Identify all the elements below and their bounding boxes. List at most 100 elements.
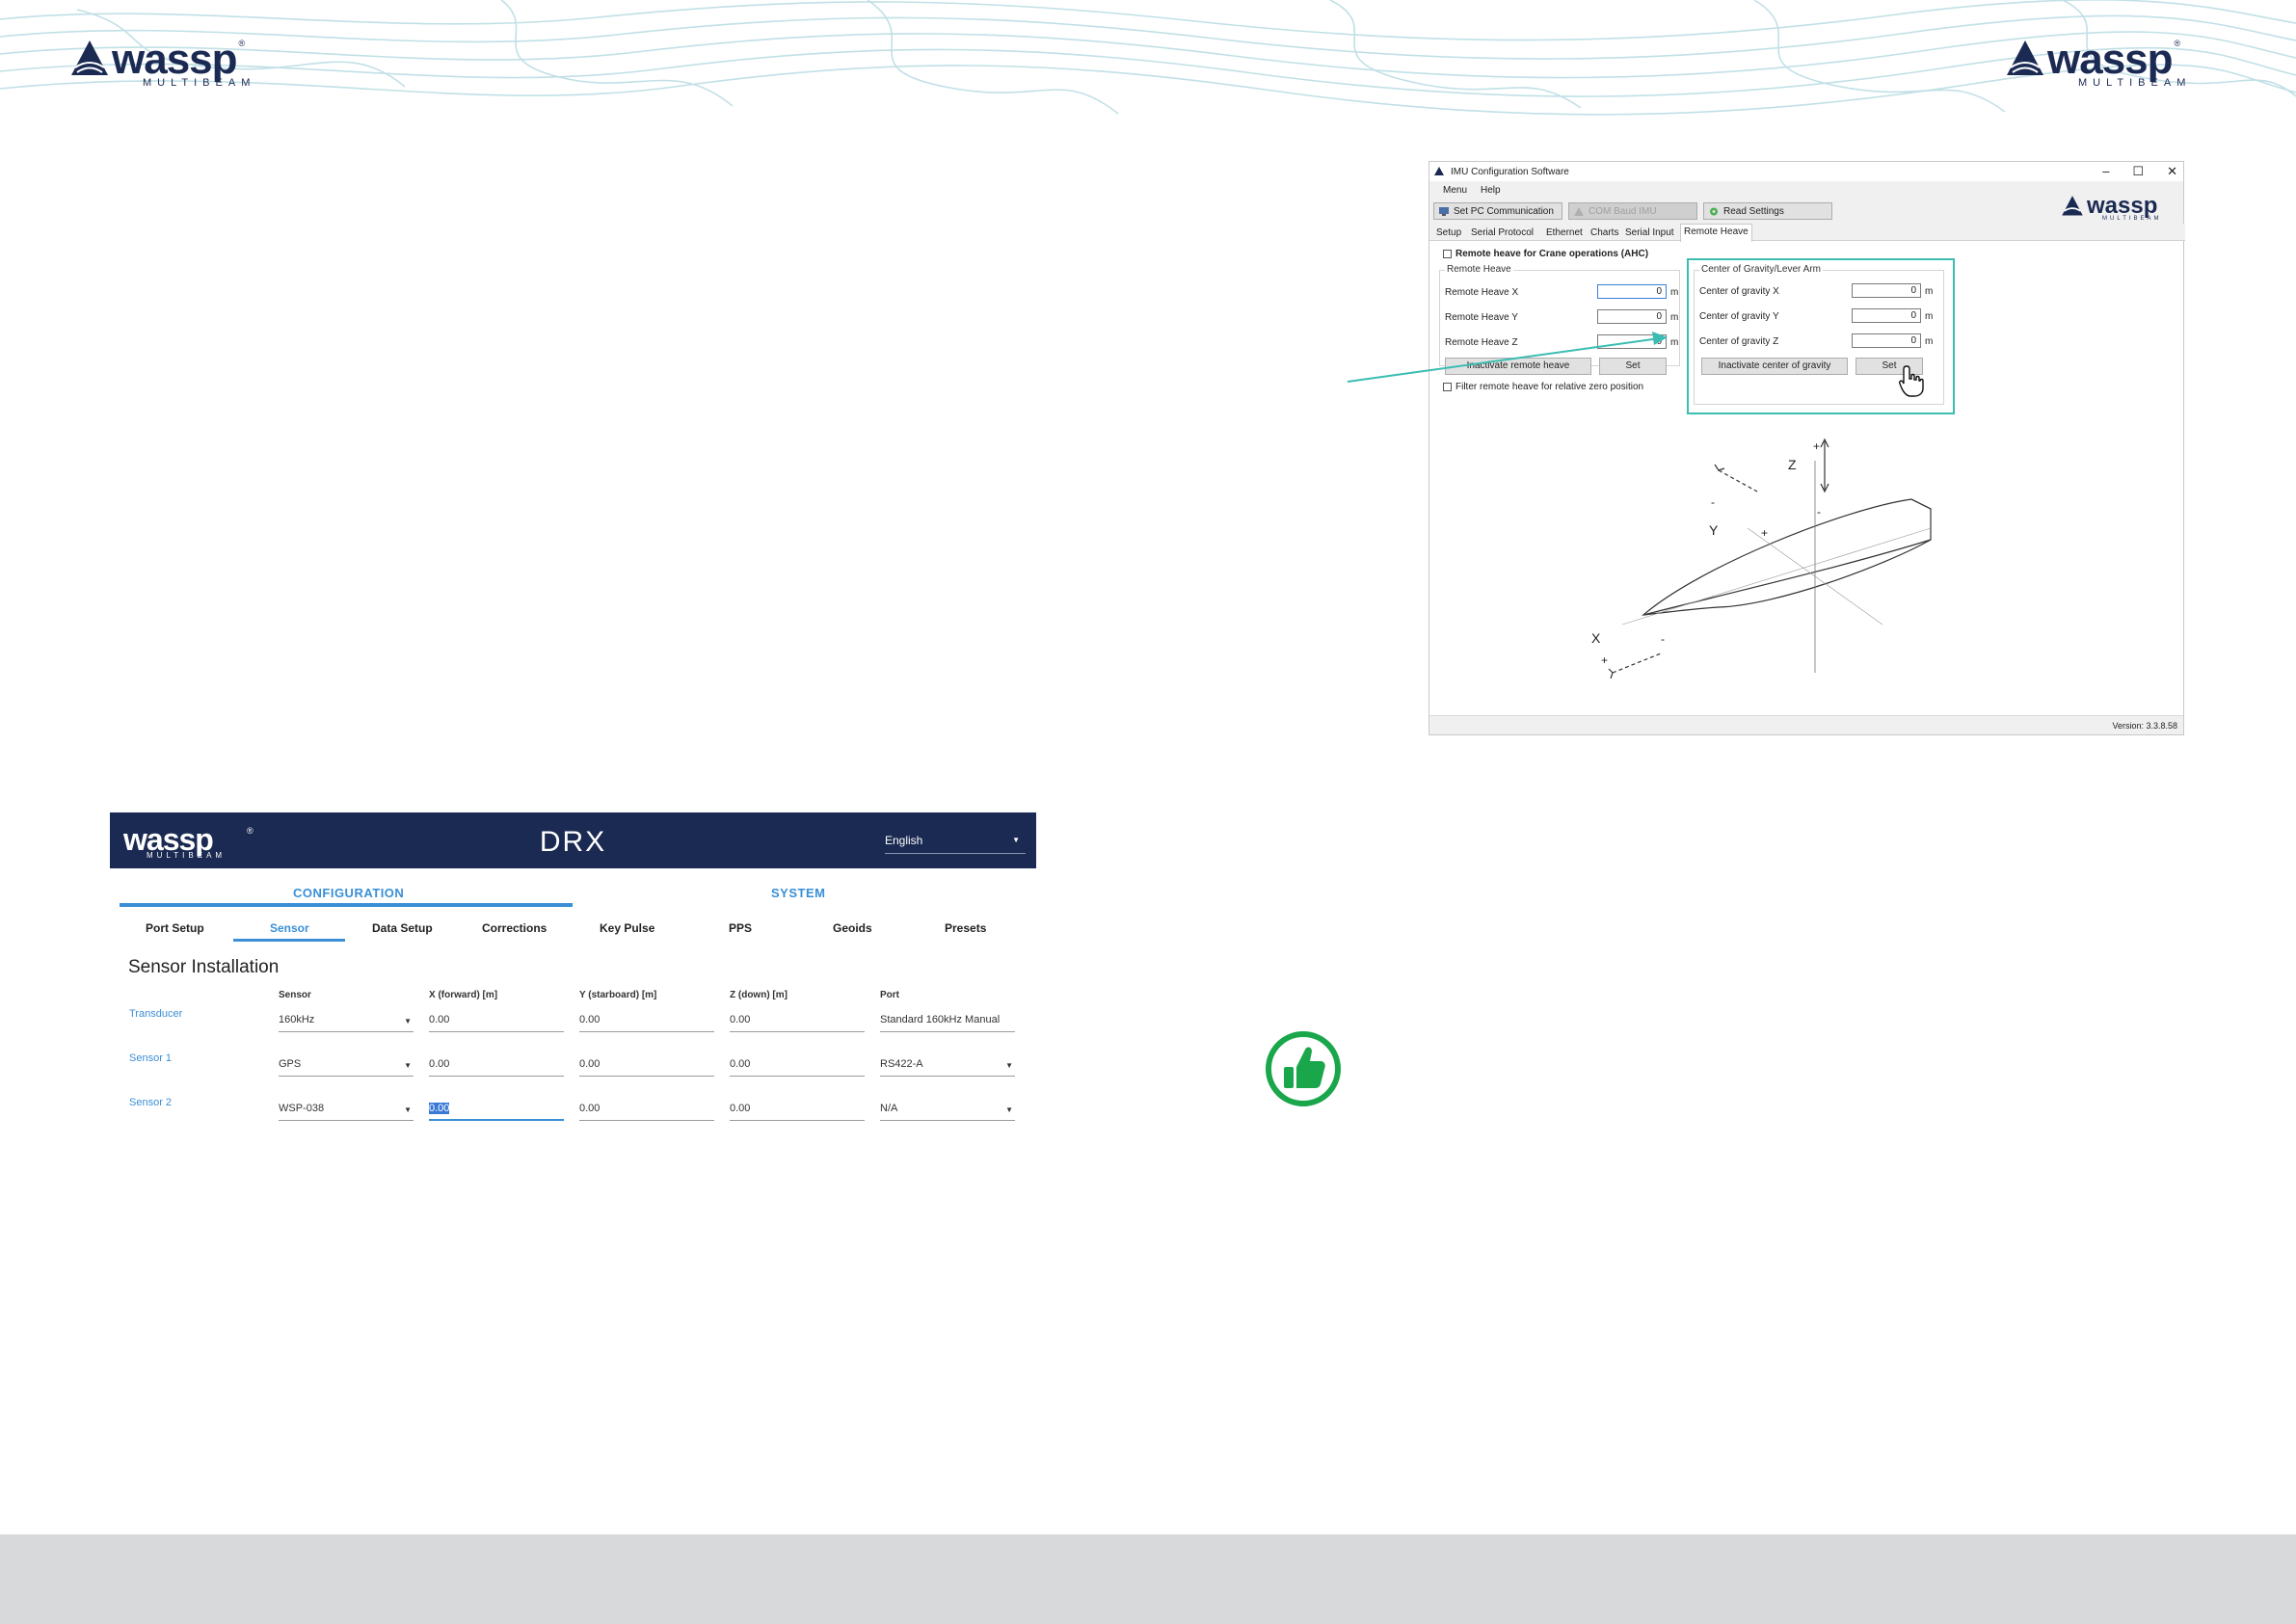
contour-pattern	[0, 0, 2296, 116]
computer-icon	[1439, 207, 1449, 216]
subtab-corrections[interactable]: Corrections	[482, 921, 547, 935]
remote-heave-x-label: Remote Heave X	[1445, 287, 1519, 298]
subtab-underline	[233, 939, 345, 942]
drx-header: wassp MULTIBEAM ® DRX English ▼	[110, 812, 1036, 868]
subtab-sensor[interactable]: Sensor	[270, 921, 309, 935]
z-minus-sign: -	[1817, 505, 1821, 519]
menu-item-help[interactable]: Help	[1481, 185, 1501, 196]
x-plus-sign: +	[1601, 653, 1609, 667]
row-label-sensor-1: Sensor 1	[129, 1052, 173, 1064]
callout-arrow	[1347, 332, 1668, 383]
transducer-y-input[interactable]: 0.00	[579, 1013, 714, 1032]
app-icon	[1434, 167, 1444, 175]
wassp-sail-icon	[71, 40, 108, 75]
chevron-down-icon: ▼	[1012, 836, 1020, 844]
remote-heave-x-unit: m	[1670, 287, 1679, 298]
sensor-2-y-input[interactable]: 0.00	[579, 1102, 714, 1121]
row-label-sensor-2: Sensor 2	[129, 1097, 173, 1108]
sensor-2-value: WSP-038	[279, 1103, 325, 1114]
section-system[interactable]: SYSTEM	[771, 886, 825, 900]
tab-serial-protocol[interactable]: Serial Protocol	[1468, 226, 1536, 241]
tab-remote-heave[interactable]: Remote Heave	[1680, 224, 1752, 242]
manual-page: wassp ® MULTIBEAM wassp ® MULTIBEAM IMU …	[0, 0, 2296, 1624]
subtab-pps[interactable]: PPS	[729, 921, 752, 935]
transducer-port-value: Standard 160kHz Manual	[880, 1013, 1015, 1032]
read-settings-label: Read Settings	[1723, 205, 1784, 217]
sensor-2-x-input[interactable]: 0.00	[429, 1102, 564, 1121]
column-header-sensor: Sensor	[279, 990, 311, 1000]
remote-heave-y-input[interactable]: 0	[1597, 309, 1667, 324]
sensor-1-port-value: RS422-A	[880, 1058, 923, 1070]
thumbs-up-icon	[1266, 1031, 1341, 1106]
subtab-geoids[interactable]: Geoids	[833, 921, 872, 935]
close-button[interactable]: ✕	[2167, 164, 2177, 179]
section-configuration[interactable]: CONFIGURATION	[293, 886, 404, 900]
gear-icon	[1710, 207, 1718, 216]
subtab-key-pulse[interactable]: Key Pulse	[600, 921, 654, 935]
column-header-port: Port	[880, 990, 899, 1000]
tab-ethernet[interactable]: Ethernet	[1543, 226, 1586, 241]
minimize-button[interactable]: –	[2102, 164, 2109, 179]
sensor-1-select[interactable]: GPS ▼	[279, 1057, 414, 1077]
remote-heave-y-label: Remote Heave Y	[1445, 312, 1518, 323]
remote-heave-x-input[interactable]: 0	[1597, 284, 1667, 299]
y-minus-sign: -	[1711, 495, 1715, 509]
sensor-1-port-select[interactable]: RS422-A ▼	[880, 1057, 1015, 1077]
vessel-axes-diagram	[1608, 438, 1932, 679]
logo-subtitle: MULTIBEAM	[143, 77, 256, 89]
tab-setup[interactable]: Setup	[1433, 226, 1464, 241]
imu-configuration-window: IMU Configuration Software – ☐ ✕ Menu He…	[1428, 161, 2185, 735]
callout-highlight-box	[1687, 258, 1955, 414]
wassp-logo-right: wassp ® MULTIBEAM	[2003, 39, 2234, 93]
transducer-z-input[interactable]: 0.00	[730, 1013, 865, 1032]
section-underline	[120, 903, 573, 907]
chevron-down-icon: ▼	[404, 1061, 412, 1070]
x-minus-sign: -	[1661, 632, 1665, 646]
ahc-checkbox[interactable]: Remote heave for Crane operations (AHC)	[1443, 249, 1648, 259]
sensor-2-select[interactable]: WSP-038 ▼	[279, 1102, 414, 1121]
logo-word: wassp	[112, 36, 238, 83]
logo-registered: ®	[2174, 39, 2181, 48]
row-label-transducer: Transducer	[129, 1008, 183, 1020]
checkbox-box	[1443, 250, 1452, 258]
transducer-x-input[interactable]: 0.00	[429, 1013, 564, 1032]
subtab-presets[interactable]: Presets	[945, 921, 986, 935]
window-title: IMU Configuration Software	[1451, 166, 1569, 177]
warning-icon	[1574, 207, 1584, 216]
logo-registered: ®	[238, 39, 246, 48]
sensor-1-x-input[interactable]: 0.00	[429, 1057, 564, 1077]
read-settings-button[interactable]: Read Settings	[1703, 202, 1832, 220]
page-title: Sensor Installation	[128, 957, 280, 977]
wassp-sail-icon	[2062, 196, 2083, 216]
drx-sensor-screen: wassp MULTIBEAM ® DRX English ▼ CONFIGUR…	[110, 812, 1036, 1131]
tab-serial-input[interactable]: Serial Input	[1622, 226, 1677, 241]
toolbar: Set PC Communication COM Baud IMU Read S…	[1429, 193, 2183, 224]
column-header-z: Z (down) [m]	[730, 990, 788, 1000]
com-baud-imu-button[interactable]: COM Baud IMU	[1568, 202, 1697, 220]
remote-heave-y-unit: m	[1670, 312, 1679, 323]
imu-brand-sub: MULTIBEAM	[2102, 216, 2162, 222]
menu-item-menu[interactable]: Menu	[1443, 185, 1467, 196]
sensor-2-z-input[interactable]: 0.00	[730, 1102, 865, 1121]
tab-charts[interactable]: Charts	[1588, 226, 1621, 241]
status-bar: Version: 3.3.8.58	[1429, 715, 2183, 734]
set-pc-communication-button[interactable]: Set PC Communication	[1433, 202, 1562, 220]
selected-text: 0.00	[429, 1103, 450, 1114]
chevron-down-icon: ▼	[404, 1017, 412, 1025]
chevron-down-icon: ▼	[404, 1105, 412, 1114]
language-select[interactable]: English ▼	[885, 834, 1026, 854]
z-plus-sign: +	[1813, 439, 1821, 453]
axis-z-label: Z	[1788, 457, 1797, 472]
language-value: English	[885, 834, 923, 847]
sensor-1-value: GPS	[279, 1058, 302, 1070]
axis-y-label: Y	[1709, 522, 1719, 538]
sensor-1-z-input[interactable]: 0.00	[730, 1057, 865, 1077]
subtab-data-setup[interactable]: Data Setup	[372, 921, 433, 935]
sensor-2-port-select[interactable]: N/A ▼	[880, 1102, 1015, 1121]
maximize-button[interactable]: ☐	[2132, 164, 2144, 179]
sensor-1-y-input[interactable]: 0.00	[579, 1057, 714, 1077]
remote-heave-title: Remote Heave	[1445, 264, 1513, 275]
chevron-down-icon: ▼	[1005, 1061, 1013, 1070]
transducer-sensor-select[interactable]: 160kHz ▼	[279, 1013, 414, 1032]
subtab-port-setup[interactable]: Port Setup	[146, 921, 204, 935]
